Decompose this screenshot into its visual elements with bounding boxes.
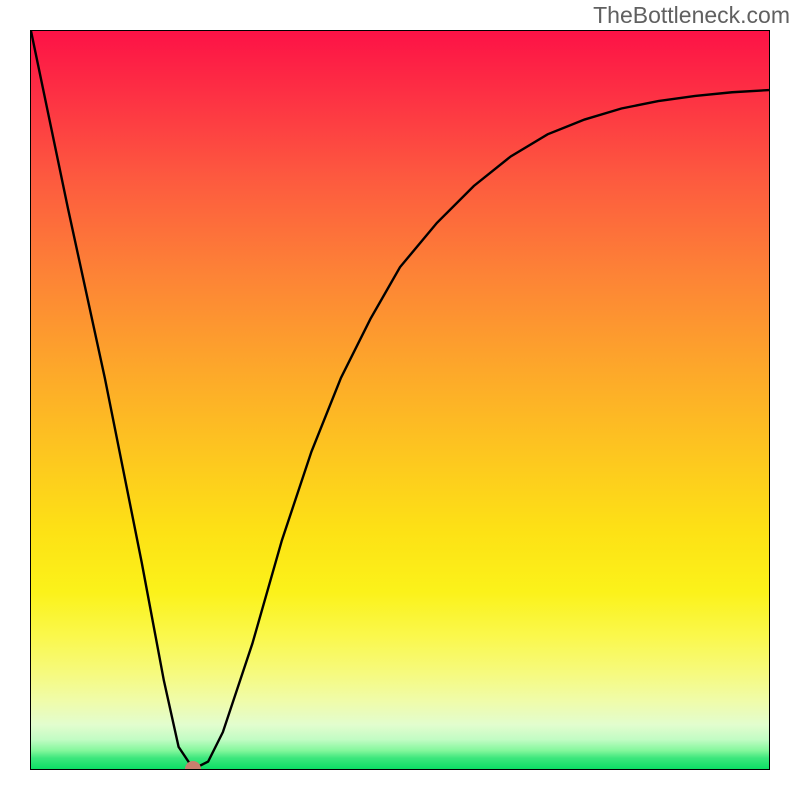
curve-svg [31,31,769,769]
bottleneck-curve [31,31,769,769]
chart-root: TheBottleneck.com [0,0,800,800]
watermark-text: TheBottleneck.com [593,2,790,29]
marker-dot [185,761,201,770]
chart-frame [30,30,770,770]
